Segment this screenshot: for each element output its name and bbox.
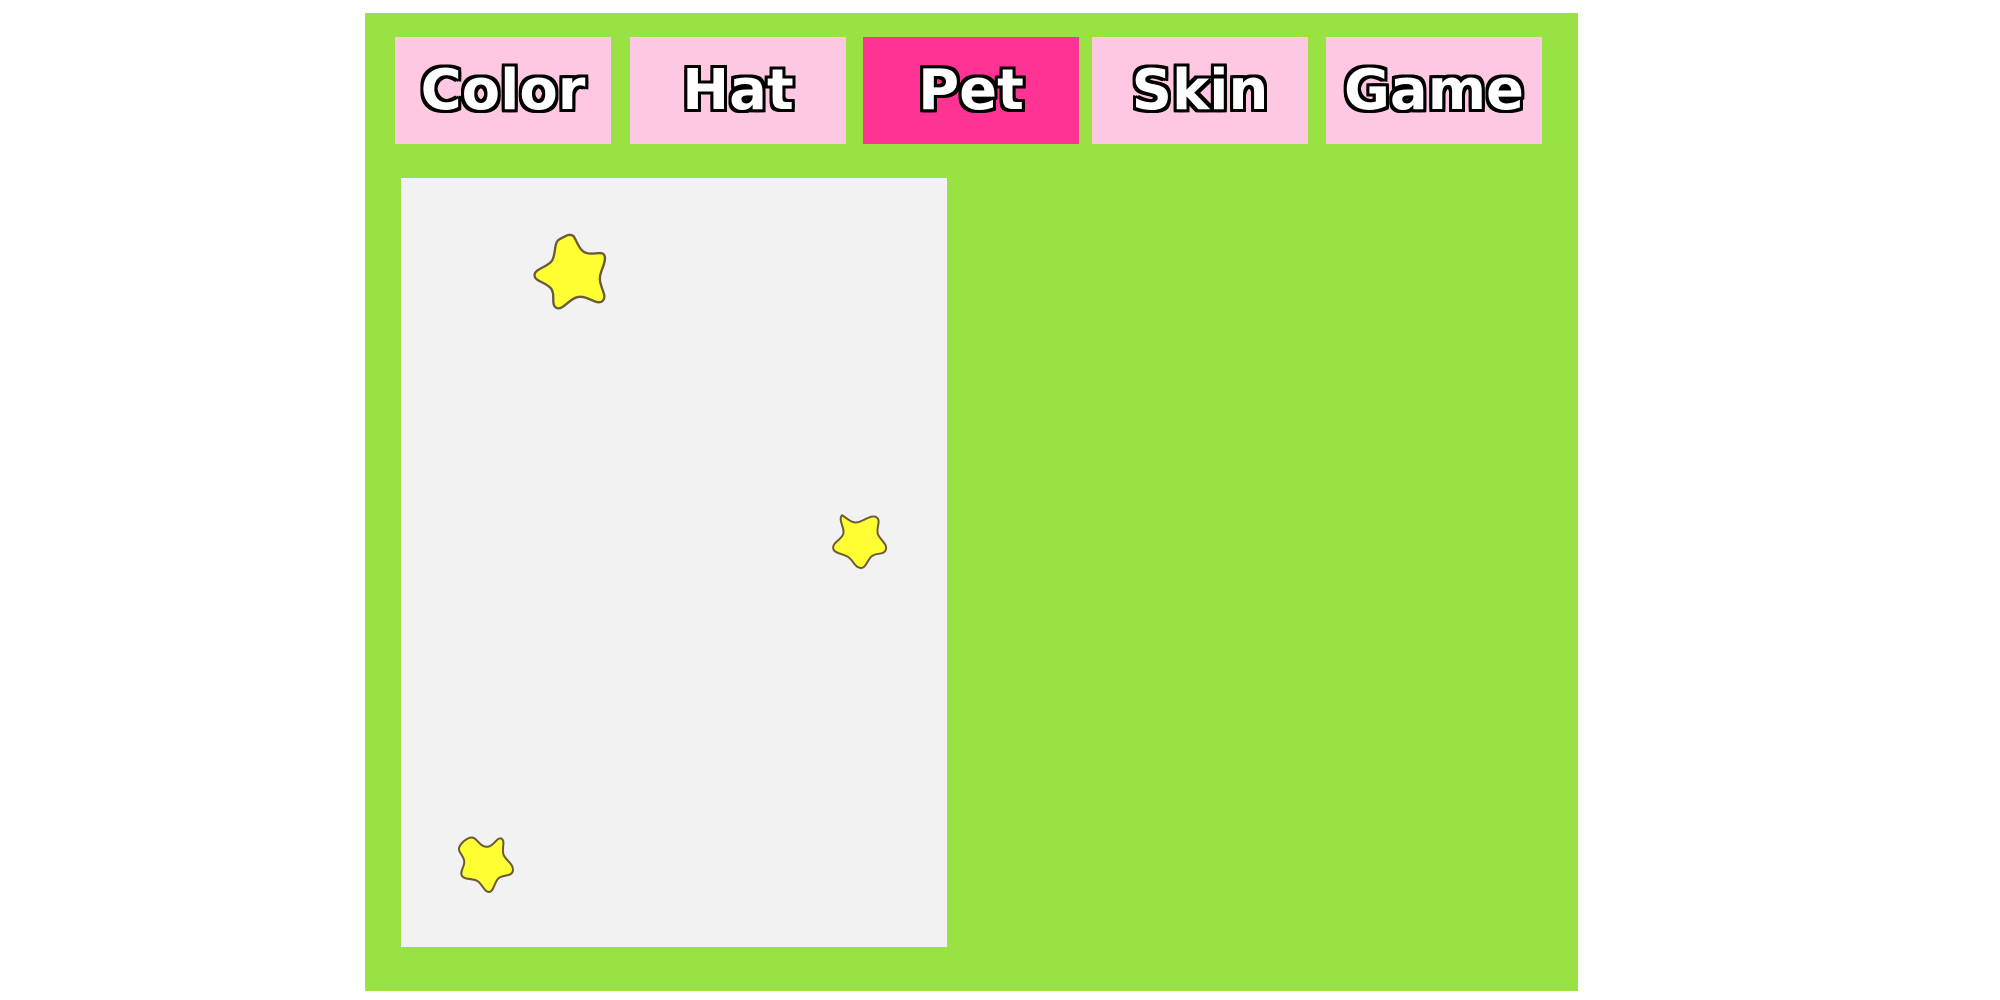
tab-pet-label: Pet (918, 57, 1024, 123)
tab-skin[interactable]: Skin (1092, 37, 1308, 144)
tab-game[interactable]: Game (1326, 37, 1542, 144)
tab-skin-label: Skin (1131, 57, 1269, 123)
tab-pet[interactable]: Pet (863, 37, 1079, 144)
tab-color[interactable]: Color (395, 37, 611, 144)
star-pet-3[interactable] (456, 834, 514, 894)
star-icon (832, 514, 888, 569)
tab-hat[interactable]: Hat (630, 37, 846, 144)
star-pet-1[interactable] (533, 233, 611, 311)
star-icon (457, 836, 514, 893)
game-panel: Color Hat Pet Skin Game (365, 13, 1578, 991)
pet-selection-area (401, 178, 947, 947)
tab-color-label: Color (420, 57, 586, 123)
tab-game-label: Game (1343, 57, 1525, 123)
star-pet-2[interactable] (832, 511, 888, 571)
star-icon (533, 233, 607, 310)
tab-hat-label: Hat (682, 57, 794, 123)
